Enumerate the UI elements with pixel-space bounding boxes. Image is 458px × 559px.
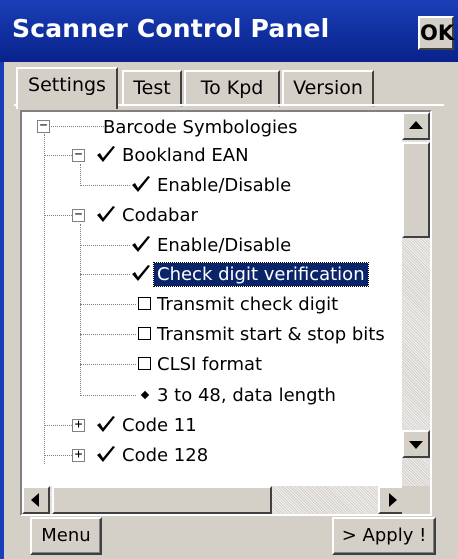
scroll-down-button[interactable] [402,430,430,458]
tree-node-codabar[interactable]: Codabar [119,200,201,230]
checkmark-icon[interactable] [95,414,117,436]
tree-connector [44,155,72,156]
triangle-right-icon [389,493,397,507]
tree-node-code-128[interactable]: Code 128 [119,440,211,470]
tab-version[interactable]: Version [282,70,374,107]
checkmark-icon[interactable] [95,144,117,166]
tree-node-label: Transmit check digit [157,293,339,315]
tree-node-transmit-check-digit[interactable]: Transmit check digit [154,289,341,319]
tab-settings[interactable]: Settings [16,67,118,109]
window-title: Scanner Control Panel [12,14,330,43]
apply-button[interactable]: > Apply ! [332,517,436,555]
tree-connector [48,126,104,127]
tree-node-code-11[interactable]: Code 11 [119,410,200,440]
vertical-scrollbar[interactable] [402,112,430,486]
scroll-up-button[interactable] [402,112,430,140]
checkmark-icon[interactable] [130,234,152,256]
window-frame-left [0,62,4,559]
tree-node-label: Check digit verification [153,261,369,287]
expand-toggle-icon[interactable]: + [72,418,85,432]
tab-to-kpd[interactable]: To Kpd [184,70,280,107]
triangle-up-icon [409,121,423,129]
tree-connector [44,455,72,456]
tree-connector [80,364,136,365]
vertical-scroll-thumb[interactable] [402,142,430,238]
collapse-toggle-icon[interactable]: − [72,208,85,222]
tree-connector [80,245,130,246]
tree-node-label: Enable/Disable [157,174,292,196]
diamond-bullet-icon [140,390,150,400]
checkmark-icon[interactable] [130,174,152,196]
checkmark-icon[interactable] [95,204,117,226]
tree-connector [44,425,72,426]
tree-node-data-length[interactable]: 3 to 48, data length [154,380,339,410]
tree-node-transmit-start-stop-bits[interactable]: Transmit start & stop bits [154,319,388,349]
empty-checkbox-icon[interactable] [138,357,151,370]
horizontal-scroll-thumb[interactable] [52,486,272,514]
checkmark-icon[interactable] [130,263,152,285]
tree-node-label: Enable/Disable [157,234,292,256]
expand-toggle-icon[interactable]: + [72,448,85,462]
tree-connector [44,215,72,216]
empty-checkbox-icon[interactable] [138,297,151,310]
tree-connector [80,224,81,396]
collapse-toggle-icon[interactable]: − [72,148,85,162]
horizontal-scrollbar[interactable] [22,486,406,514]
tree-node-bookland-ean[interactable]: Bookland EAN [119,140,252,170]
tree-connector [80,334,136,335]
scroll-left-button[interactable] [22,486,50,514]
tree-node-check-digit-verification[interactable]: Check digit verification [153,259,369,289]
collapse-toggle-icon[interactable]: − [37,119,50,133]
title-bar: Scanner Control Panel OK [0,0,458,62]
tree-node-label: Bookland EAN [122,144,249,166]
triangle-left-icon [31,493,39,507]
tree-connector [80,304,136,305]
tree-node-clsi-format[interactable]: CLSI format [154,349,265,379]
tree-node-enable-disable[interactable]: Enable/Disable [154,230,294,260]
tree-node-label: Transmit start & stop bits [157,323,385,345]
tree-node-enable-disable[interactable]: Enable/Disable [154,170,294,200]
tree-node-label: Codabar [122,204,198,226]
tree-node-label: Code 11 [122,414,197,436]
scrollbar-corner [402,486,430,514]
tree-connector [80,185,130,186]
symbology-tree[interactable]: − Barcode Symbologies − Bookland EAN Ena… [20,110,432,516]
tree-node-label: CLSI format [157,353,263,375]
tab-test[interactable]: Test [122,70,182,107]
tree-node-label: Code 128 [122,444,209,466]
tree-connector [80,395,136,396]
tree-node-label: Barcode Symbologies [103,116,298,138]
tree-node-label: 3 to 48, data length [157,384,336,406]
tree-connector [80,164,81,186]
tree-content: − Barcode Symbologies − Bookland EAN Ena… [22,112,406,486]
empty-checkbox-icon[interactable] [138,327,151,340]
tree-connector [80,274,130,275]
ok-button[interactable]: OK [418,16,454,50]
checkmark-icon[interactable] [95,444,117,466]
tree-node-barcode-symbologies[interactable]: Barcode Symbologies [100,112,300,142]
triangle-down-icon [409,441,423,449]
tree-connector [44,134,45,464]
menu-button[interactable]: Menu [30,517,102,555]
